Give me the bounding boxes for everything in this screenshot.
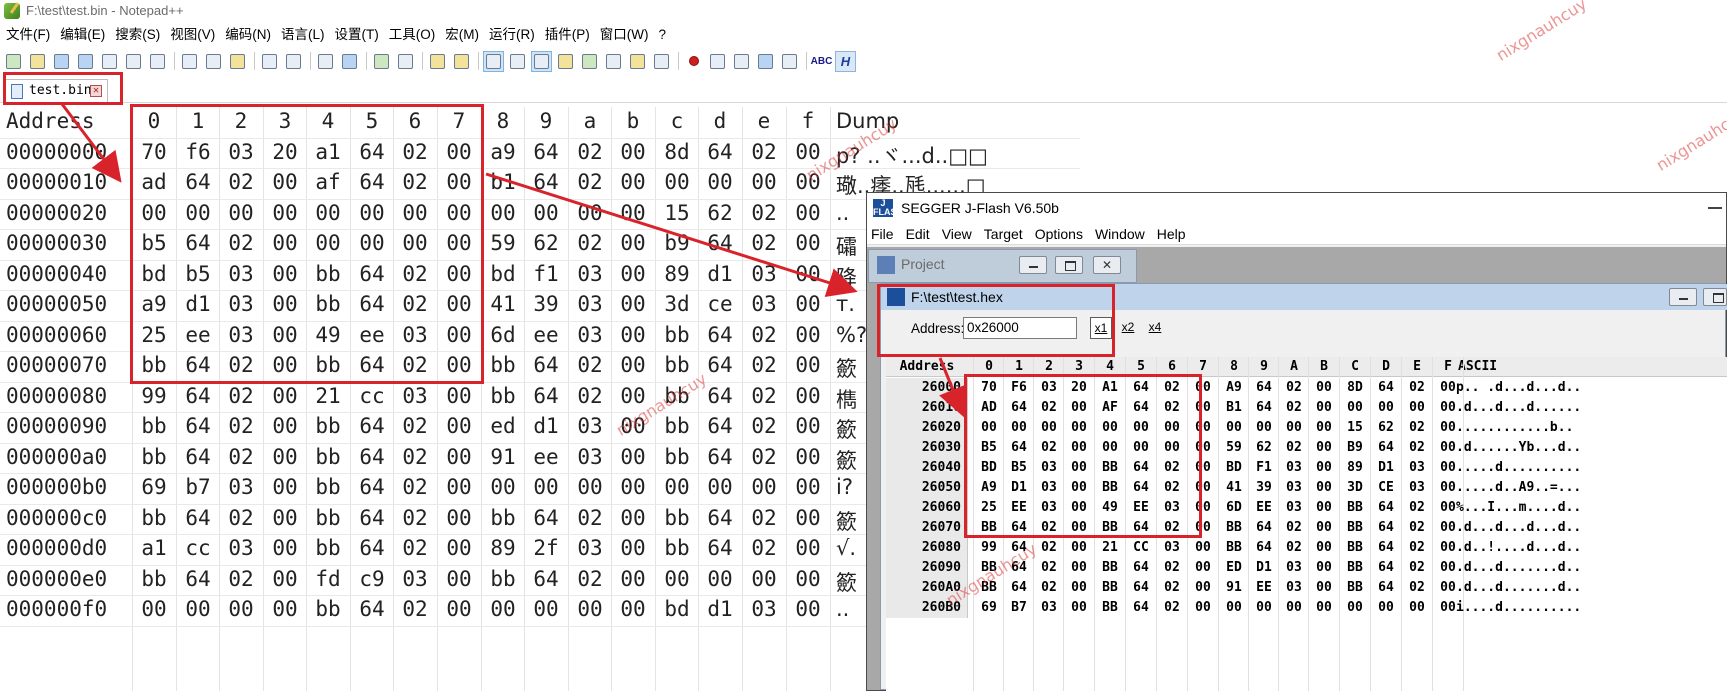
- arrow-address-to-jflash-bytes: [938, 357, 967, 418]
- annotation-arrows: [60, 103, 967, 418]
- arrow-tab-to-bytes: [60, 103, 122, 183]
- arrow-bytes-to-address: [485, 172, 858, 298]
